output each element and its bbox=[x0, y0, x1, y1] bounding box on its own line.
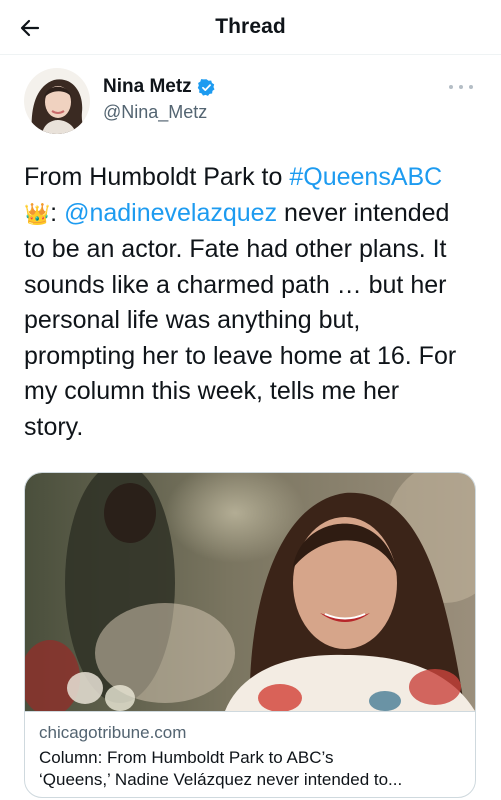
crown-icon: 👑 bbox=[24, 202, 51, 226]
more-dots-icon bbox=[449, 85, 453, 89]
tweet-text-segment: From Humboldt Park to bbox=[24, 163, 290, 191]
card-title-line: ‘Queens,’ Nadine Velázquez never intende… bbox=[39, 770, 403, 789]
handle[interactable]: @Nina_Metz bbox=[103, 102, 216, 123]
link-preview-card[interactable]: chicagotribune.com Column: From Humboldt… bbox=[24, 472, 476, 798]
header-divider bbox=[0, 54, 501, 55]
card-title: Column: From Humboldt Park to ABC’s ‘Que… bbox=[39, 747, 459, 791]
top-bar: Thread bbox=[0, 0, 501, 54]
hashtag-link[interactable]: #QueensABC bbox=[289, 163, 442, 191]
card-domain: chicagotribune.com bbox=[39, 723, 187, 742]
page-title: Thread bbox=[215, 15, 286, 38]
tweet-text-segment: never intended to be an actor. Fate had … bbox=[24, 198, 457, 441]
card-image bbox=[25, 473, 475, 711]
avatar[interactable] bbox=[24, 68, 90, 134]
more-options-button[interactable] bbox=[449, 80, 473, 94]
verified-badge-icon bbox=[197, 78, 216, 97]
tweet-text: From Humboldt Park to #QueensABC 👑: @nadi… bbox=[24, 160, 464, 445]
card-divider bbox=[25, 711, 475, 712]
display-name[interactable]: Nina Metz bbox=[103, 76, 192, 98]
name-row: Nina Metz bbox=[103, 76, 216, 98]
author-names: Nina Metz @Nina_Metz bbox=[103, 76, 216, 123]
card-title-line: Column: From Humboldt Park to ABC’s bbox=[39, 748, 334, 767]
mention-link[interactable]: @nadinevelazquez bbox=[64, 199, 277, 227]
tweet-text-segment: : bbox=[50, 198, 65, 227]
tweet-author: Nina Metz @Nina_Metz bbox=[24, 68, 481, 136]
avatar-image bbox=[24, 68, 90, 134]
